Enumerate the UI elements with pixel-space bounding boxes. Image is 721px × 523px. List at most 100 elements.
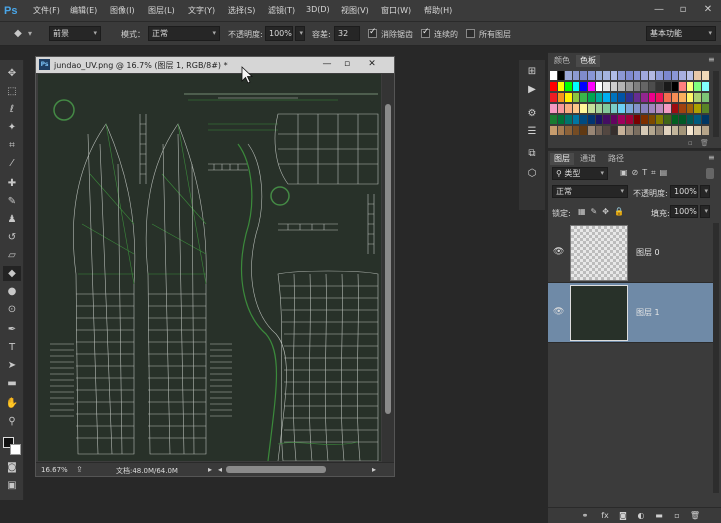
color-swatch[interactable]	[702, 104, 709, 113]
color-swatch[interactable]	[656, 126, 663, 135]
color-swatch[interactable]	[633, 126, 641, 135]
vertical-scroll-thumb[interactable]	[385, 104, 391, 414]
color-swatch[interactable]	[626, 126, 633, 135]
color-swatch[interactable]	[648, 82, 656, 91]
color-swatch[interactable]	[550, 82, 557, 91]
path-selection-tool-icon[interactable]: ➤	[3, 358, 21, 373]
color-swatch[interactable]	[603, 82, 610, 91]
trash-icon[interactable]: 🗑	[700, 139, 709, 147]
color-swatch[interactable]	[633, 71, 641, 80]
color-swatch[interactable]	[679, 104, 686, 113]
color-swatch[interactable]	[671, 126, 679, 135]
color-swatch[interactable]	[595, 115, 603, 124]
color-swatch[interactable]	[633, 93, 641, 102]
color-swatch[interactable]	[648, 71, 656, 80]
eye-icon[interactable]: 👁	[553, 247, 565, 257]
color-swatch[interactable]	[686, 82, 694, 91]
color-swatch[interactable]	[626, 71, 633, 80]
tab-layers[interactable]: 图层	[550, 153, 574, 165]
dodge-tool-icon[interactable]: ⊙	[3, 302, 21, 317]
color-swatch[interactable]	[618, 71, 625, 80]
layer-name[interactable]: 图层 1	[636, 307, 660, 318]
layer-style-icon[interactable]: fx	[598, 510, 612, 522]
color-swatch[interactable]	[702, 71, 709, 80]
color-swatch[interactable]	[595, 71, 603, 80]
lock-icons[interactable]: ▦✎✥🔒	[578, 207, 629, 216]
color-swatch[interactable]	[694, 93, 701, 102]
hand-tool-icon[interactable]: ✋	[3, 396, 21, 411]
color-swatch[interactable]	[580, 104, 587, 113]
antialias-checkbox[interactable]	[368, 27, 377, 38]
color-swatch[interactable]	[603, 71, 610, 80]
color-swatch[interactable]	[603, 126, 610, 135]
color-swatch[interactable]	[572, 115, 580, 124]
color-swatch[interactable]	[702, 93, 709, 102]
horizontal-scroll-thumb[interactable]	[226, 466, 326, 473]
color-swatch[interactable]	[641, 71, 648, 80]
crop-tool-icon[interactable]: ⌗	[3, 138, 21, 153]
doc-restore-button[interactable]: ▫	[338, 58, 356, 71]
color-swatch[interactable]	[580, 82, 587, 91]
color-swatch[interactable]	[641, 104, 648, 113]
app-close-button[interactable]: ✕	[700, 3, 716, 17]
color-swatch[interactable]	[565, 126, 572, 135]
fill-slider-button[interactable]: ▾	[700, 205, 710, 218]
color-swatch[interactable]	[633, 104, 641, 113]
color-swatch[interactable]	[686, 104, 694, 113]
adjustment-layer-icon[interactable]: ◐	[634, 510, 648, 522]
document-title-bar[interactable]: Ps jundao_UV.png @ 16.7% (图层 1, RGB/8#) …	[36, 57, 394, 73]
color-swatch[interactable]	[633, 82, 641, 91]
color-swatch[interactable]	[595, 126, 603, 135]
color-swatch[interactable]	[641, 82, 648, 91]
marquee-tool-icon[interactable]: ⬚	[3, 84, 21, 99]
color-swatch[interactable]	[603, 93, 610, 102]
fill-source-select[interactable]: 前景 ▾	[49, 26, 101, 41]
layer-opacity-slider-button[interactable]: ▾	[700, 185, 710, 198]
color-swatch[interactable]	[603, 104, 610, 113]
zoom-tool-icon[interactable]: ⚲	[3, 414, 21, 429]
blur-tool-icon[interactable]: ●	[3, 284, 21, 299]
workspace-select[interactable]: 基本功能 ▾	[646, 26, 716, 41]
color-swatch[interactable]	[664, 93, 671, 102]
history-brush-tool-icon[interactable]: ↺	[3, 230, 21, 245]
layer-name[interactable]: 图层 0	[636, 247, 660, 258]
color-swatch[interactable]	[588, 126, 595, 135]
color-swatch[interactable]	[641, 115, 648, 124]
properties-panel-icon[interactable]: ☰	[523, 124, 541, 140]
color-swatch[interactable]	[557, 104, 565, 113]
color-swatch[interactable]	[694, 104, 701, 113]
color-swatch[interactable]	[686, 71, 694, 80]
menu-edit[interactable]: 编辑(E)	[70, 5, 97, 16]
color-swatch[interactable]	[580, 93, 587, 102]
new-layer-icon[interactable]: ▫	[670, 510, 684, 522]
menu-image[interactable]: 图像(I)	[110, 5, 135, 16]
color-swatch[interactable]	[550, 104, 557, 113]
swatch-grid[interactable]	[548, 69, 712, 137]
color-swatch[interactable]	[580, 115, 587, 124]
clone-stamp-tool-icon[interactable]: ♟	[3, 212, 21, 227]
layer-filter-icons[interactable]: ▣⊘T⌗▤	[620, 168, 671, 178]
add-mask-icon[interactable]: ◙	[616, 510, 630, 522]
color-swatch[interactable]	[633, 115, 641, 124]
mode-select[interactable]: 正常 ▾	[148, 26, 220, 41]
healing-brush-tool-icon[interactable]: ✚	[3, 176, 21, 191]
tool-presets-panel-icon[interactable]: ⧉	[523, 146, 541, 162]
layer-row-layer-0[interactable]: 👁 图层 0	[548, 223, 713, 283]
layer-filter-select[interactable]: ⚲ 类型 ▾	[552, 167, 608, 180]
color-swatch[interactable]	[648, 93, 656, 102]
shape-tool-icon[interactable]: ▬	[3, 376, 21, 391]
color-swatch[interactable]	[626, 93, 633, 102]
color-swatch[interactable]	[648, 104, 656, 113]
doc-close-button[interactable]: ✕	[363, 58, 381, 71]
color-swatch[interactable]	[557, 115, 565, 124]
scroll-left-icon[interactable]: ◂	[218, 465, 222, 474]
color-swatch[interactable]	[565, 82, 572, 91]
color-swatch[interactable]	[641, 126, 648, 135]
color-swatch[interactable]	[648, 115, 656, 124]
color-swatch[interactable]	[610, 93, 618, 102]
color-swatch[interactable]	[618, 126, 625, 135]
menu-filter[interactable]: 滤镜(T)	[268, 5, 295, 16]
eraser-tool-icon[interactable]: ▱	[3, 248, 21, 263]
zoom-level[interactable]: 16.67%	[41, 466, 68, 474]
color-swatch[interactable]	[595, 104, 603, 113]
